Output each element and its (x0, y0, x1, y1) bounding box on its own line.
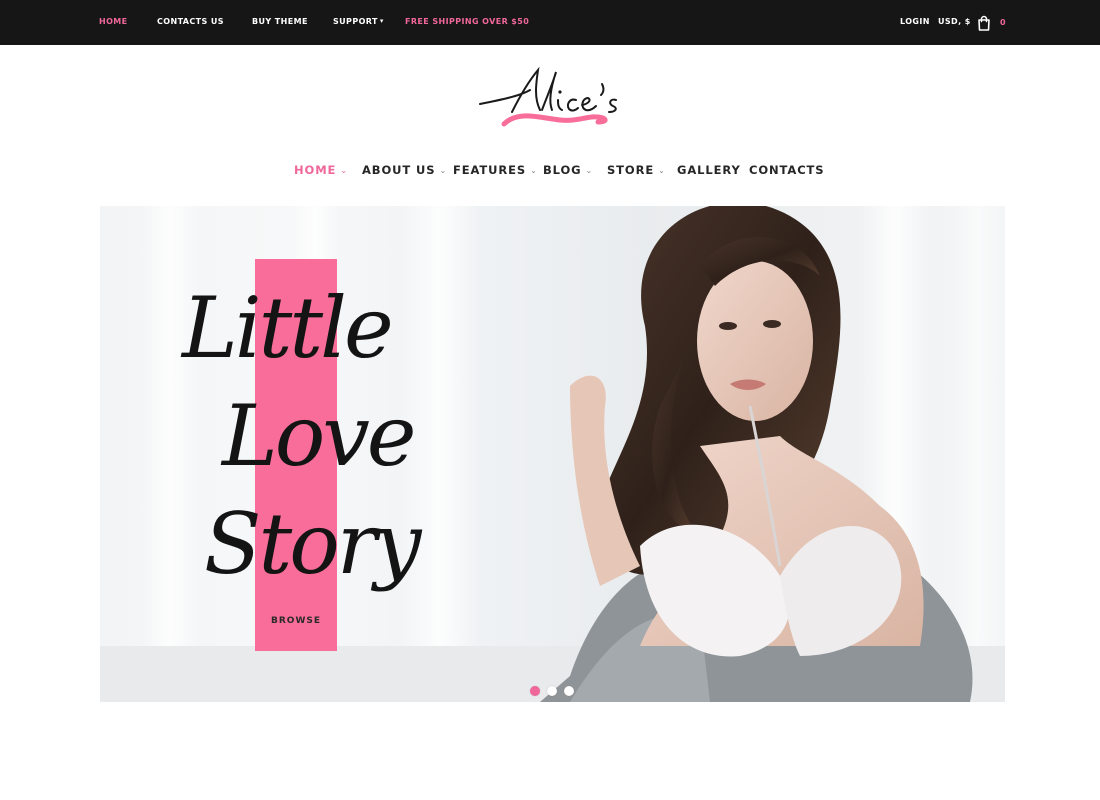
nav-item-about-us[interactable]: ABOUT US ⌄ (362, 160, 447, 182)
chevron-down-icon: ⌄ (585, 166, 594, 175)
shopping-bag-icon (978, 15, 990, 31)
nav-item-label: STORE (607, 163, 655, 177)
slider-pagination (530, 686, 574, 696)
slider-dot-3[interactable] (564, 686, 574, 696)
nav-item-label: FEATURES (453, 163, 527, 177)
topbar-link-buy-theme[interactable]: BUY THEME (252, 0, 308, 45)
hero-photo (100, 206, 1005, 702)
chevron-down-icon: ⌄ (439, 166, 448, 175)
chevron-down-icon: ⌄ (530, 166, 538, 175)
cart-button[interactable]: 0 (976, 0, 1006, 45)
nav-item-label: HOME (294, 163, 337, 177)
browse-button[interactable]: BROWSE (255, 611, 337, 631)
nav-item-label: GALLERY (677, 163, 741, 177)
nav-item-store[interactable]: STORE ⌄ (607, 160, 666, 182)
currency-selector[interactable]: USD, $ (938, 0, 971, 45)
logo-image (479, 66, 617, 127)
main-navigation: HOME ⌄ ABOUT US ⌄ FEATURES ⌄ BLOG ⌄ STORE ⌄ G… (0, 160, 1100, 182)
chevron-down-icon: ▾ (379, 17, 384, 25)
login-link[interactable]: LOGIN (900, 0, 930, 45)
free-shipping-promo: FREE SHIPPING OVER $50 (405, 17, 530, 26)
nav-item-home[interactable]: HOME ⌄ (294, 160, 348, 182)
topbar-link-contacts[interactable]: CONTACTS US (157, 0, 224, 45)
nav-item-label: ABOUT US (362, 163, 436, 177)
nav-item-label: BLOG (543, 163, 582, 177)
chevron-down-icon: ⌄ (340, 166, 348, 175)
site-logo[interactable] (470, 60, 635, 140)
slider-dot-1[interactable] (530, 686, 540, 696)
hero-accent-bar (255, 259, 337, 651)
topbar-link-support[interactable]: SUPPORT ▾ (333, 0, 384, 45)
topbar-support-label: SUPPORT (333, 17, 378, 26)
topbar-link-home[interactable]: HOME (99, 0, 128, 45)
nav-item-contacts[interactable]: CONTACTS (749, 160, 824, 182)
nav-item-blog[interactable]: BLOG ⌄ (543, 160, 593, 182)
chevron-down-icon: ⌄ (658, 166, 666, 175)
cart-count: 0 (1000, 18, 1006, 27)
nav-item-label: CONTACTS (749, 163, 825, 177)
nav-item-gallery[interactable]: GALLERY (677, 160, 741, 182)
hero-slider[interactable]: Little Love Story BROWSE (100, 206, 1005, 702)
nav-item-features[interactable]: FEATURES ⌄ (453, 160, 538, 182)
slider-dot-2[interactable] (547, 686, 557, 696)
top-bar: HOME CONTACTS US BUY THEME SUPPORT ▾ FREE… (0, 0, 1100, 45)
